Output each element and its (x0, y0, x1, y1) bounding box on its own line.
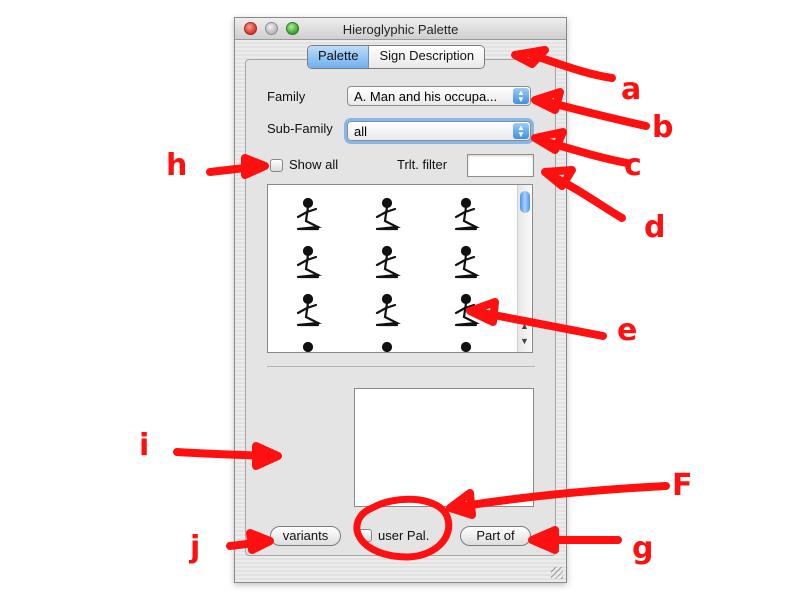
resize-grip-icon[interactable] (551, 567, 563, 579)
annotation-letter-i: i (139, 428, 150, 463)
man-with-basket-sign[interactable] (454, 293, 480, 327)
part-of-button[interactable]: Part of (460, 526, 531, 546)
show-all-label: Show all (289, 157, 339, 172)
annotation-letter-g: g (632, 531, 654, 566)
scrollbar-thumb[interactable] (520, 191, 530, 213)
title-bar[interactable]: Hieroglyphic Palette (235, 18, 566, 40)
subfamily-label: Sub-Family (267, 121, 333, 136)
subfamily-popup[interactable]: all ▲ ▼ (347, 121, 531, 141)
popup-arrows-icon: ▲ ▼ (513, 88, 529, 104)
scroll-down-arrow-icon[interactable]: ▼ (520, 336, 529, 346)
tab-palette[interactable]: Palette (308, 46, 370, 68)
seated-man-sign[interactable] (375, 197, 401, 231)
user-pal-label: user Pal. (378, 528, 430, 543)
family-label: Family (267, 89, 306, 104)
tab-bar: Palette Sign Description (307, 45, 486, 69)
show-all-checkbox[interactable] (270, 159, 283, 172)
annotation-letter-f: F (672, 468, 693, 503)
annotation-letter-a: a (621, 72, 642, 107)
partial-sign[interactable] (456, 341, 476, 353)
kneeling-man-sign[interactable] (296, 245, 322, 279)
sign-grid-scrollbar[interactable]: ▲ ▼ (517, 185, 532, 352)
seated-man-sign[interactable] (296, 197, 322, 231)
family-popup[interactable]: A. Man and his occupa... ▲ ▼ (347, 86, 531, 106)
scroll-up-arrow-icon[interactable]: ▲ (520, 321, 529, 331)
divider (267, 366, 535, 367)
trlt-filter-input[interactable] (467, 154, 534, 177)
trlt-filter-label: Trlt. filter (397, 157, 448, 172)
user-pal-checkbox[interactable] (359, 529, 372, 542)
family-value: A. Man and his occupa... (354, 89, 498, 104)
sign-grid-canvas (296, 197, 480, 353)
kneeling-man-sign[interactable] (375, 293, 401, 327)
sign-grid[interactable]: ▲ ▼ (267, 184, 533, 353)
man-with-frame-sign[interactable] (375, 245, 401, 279)
subfamily-value: all (354, 124, 368, 139)
partial-sign[interactable] (377, 341, 397, 353)
partial-sign[interactable] (298, 341, 318, 353)
annotation-letter-c: c (624, 148, 642, 183)
man-with-rope-sign[interactable] (454, 245, 480, 279)
annotation-letter-d: d (644, 210, 666, 245)
variants-button[interactable]: variants (270, 526, 341, 546)
annotation-letter-e: e (617, 313, 638, 348)
tab-sign-description[interactable]: Sign Description (369, 46, 485, 68)
sign-preview-box (354, 388, 534, 507)
annotation-letter-b: b (652, 110, 674, 145)
popup-arrows-icon: ▲ ▼ (513, 123, 529, 139)
seated-man-sign[interactable] (454, 197, 480, 231)
window-title: Hieroglyphic Palette (342, 22, 459, 37)
kneeling-man-sign[interactable] (296, 293, 322, 327)
annotation-letter-h: h (166, 148, 188, 183)
annotation-letter-j: j (190, 530, 201, 565)
